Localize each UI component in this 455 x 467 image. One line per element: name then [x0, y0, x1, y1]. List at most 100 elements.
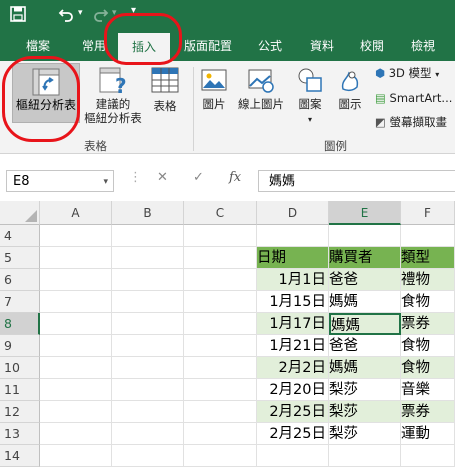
row-header-4[interactable]: 4: [0, 225, 40, 247]
cell-c6[interactable]: [184, 269, 257, 291]
cell-a9[interactable]: [40, 335, 112, 357]
cell-c13[interactable]: [184, 423, 257, 445]
cell-b12[interactable]: [112, 401, 184, 423]
cell-d6[interactable]: 1月1日: [257, 269, 329, 291]
cell-c14[interactable]: [184, 445, 257, 467]
online-picture-button[interactable]: 線上圖片: [232, 65, 290, 123]
cell-d11[interactable]: 2月20日: [257, 379, 329, 401]
cell-b8[interactable]: [112, 313, 184, 335]
name-box[interactable]: E8 ▾: [6, 170, 114, 192]
row-header-6[interactable]: 6: [0, 269, 40, 291]
row-header-7[interactable]: 7: [0, 291, 40, 313]
cell-f10[interactable]: 食物: [401, 357, 455, 379]
cell-b11[interactable]: [112, 379, 184, 401]
tab-page-layout[interactable]: 版面配置: [176, 31, 240, 61]
cell-c8[interactable]: [184, 313, 257, 335]
icons-button[interactable]: 圖示: [332, 65, 368, 123]
cell-d8[interactable]: 1月17日: [257, 313, 329, 335]
cell-f9[interactable]: 食物: [401, 335, 455, 357]
cell-b6[interactable]: [112, 269, 184, 291]
row-header-8[interactable]: 8: [0, 313, 40, 335]
cell-c9[interactable]: [184, 335, 257, 357]
cell-f11[interactable]: 音樂: [401, 379, 455, 401]
cell-e13[interactable]: 梨莎: [329, 423, 401, 445]
cell-f6[interactable]: 禮物: [401, 269, 455, 291]
cell-f5[interactable]: 類型: [401, 247, 455, 269]
name-box-dropdown-icon[interactable]: ▾: [103, 171, 108, 193]
cell-c10[interactable]: [184, 357, 257, 379]
cell-a11[interactable]: [40, 379, 112, 401]
cell-a14[interactable]: [40, 445, 112, 467]
column-header-b[interactable]: B: [112, 201, 184, 225]
cell-e8[interactable]: 媽媽: [329, 313, 401, 335]
cell-b4[interactable]: [112, 225, 184, 247]
cell-e14[interactable]: [329, 445, 401, 467]
formula-input[interactable]: 媽媽: [258, 170, 455, 192]
cell-d9[interactable]: 1月21日: [257, 335, 329, 357]
cell-d10[interactable]: 2月2日: [257, 357, 329, 379]
shapes-button[interactable]: 圖案 ▾: [292, 65, 328, 135]
undo-dropdown-icon[interactable]: ▾: [78, 8, 83, 18]
cell-b10[interactable]: [112, 357, 184, 379]
column-header-f[interactable]: F: [401, 201, 455, 225]
cell-f7[interactable]: 食物: [401, 291, 455, 313]
tab-formulas[interactable]: 公式: [248, 31, 292, 61]
tab-data[interactable]: 資料: [300, 31, 344, 61]
cell-d14[interactable]: [257, 445, 329, 467]
cell-a7[interactable]: [40, 291, 112, 313]
cell-a6[interactable]: [40, 269, 112, 291]
3d-models-button[interactable]: ⬢ 3D 模型 ▾: [375, 66, 455, 84]
cell-c12[interactable]: [184, 401, 257, 423]
cell-a13[interactable]: [40, 423, 112, 445]
save-icon[interactable]: [10, 6, 26, 26]
smartart-button[interactable]: ▤ SmartArt...: [375, 91, 455, 109]
insert-function-icon[interactable]: fx: [229, 170, 241, 185]
row-header-11[interactable]: 11: [0, 379, 40, 401]
cell-d5[interactable]: 日期: [257, 247, 329, 269]
column-header-e[interactable]: E: [329, 201, 401, 225]
cell-d13[interactable]: 2月25日: [257, 423, 329, 445]
cell-a8[interactable]: [40, 313, 112, 335]
cancel-entry-icon[interactable]: ✕: [157, 170, 168, 185]
cell-a5[interactable]: [40, 247, 112, 269]
cell-e4[interactable]: [329, 225, 401, 247]
row-header-12[interactable]: 12: [0, 401, 40, 423]
cell-c5[interactable]: [184, 247, 257, 269]
cell-f4[interactable]: [401, 225, 455, 247]
cell-b7[interactable]: [112, 291, 184, 313]
row-header-14[interactable]: 14: [0, 445, 40, 467]
select-all-corner[interactable]: [0, 201, 40, 225]
column-header-a[interactable]: A: [40, 201, 112, 225]
tab-view[interactable]: 檢視: [400, 31, 446, 61]
picture-button[interactable]: 圖片: [197, 65, 231, 123]
cell-e7[interactable]: 媽媽: [329, 291, 401, 313]
cell-d4[interactable]: [257, 225, 329, 247]
cell-e11[interactable]: 梨莎: [329, 379, 401, 401]
cell-f8[interactable]: 票券: [401, 313, 455, 335]
cell-b9[interactable]: [112, 335, 184, 357]
cell-a10[interactable]: [40, 357, 112, 379]
column-header-c[interactable]: C: [184, 201, 257, 225]
cell-b5[interactable]: [112, 247, 184, 269]
cell-e5[interactable]: 購買者: [329, 247, 401, 269]
enter-entry-icon[interactable]: ✓: [193, 170, 204, 185]
table-button[interactable]: 表格: [144, 65, 186, 123]
cell-f12[interactable]: 票券: [401, 401, 455, 423]
cell-a4[interactable]: [40, 225, 112, 247]
cell-d7[interactable]: 1月15日: [257, 291, 329, 313]
cell-c7[interactable]: [184, 291, 257, 313]
cell-a12[interactable]: [40, 401, 112, 423]
row-header-5[interactable]: 5: [0, 247, 40, 269]
column-header-d[interactable]: D: [257, 201, 329, 225]
row-header-9[interactable]: 9: [0, 335, 40, 357]
screenshot-button[interactable]: ◩ 螢幕擷取畫: [375, 115, 455, 133]
cell-c4[interactable]: [184, 225, 257, 247]
row-header-10[interactable]: 10: [0, 357, 40, 379]
row-header-13[interactable]: 13: [0, 423, 40, 445]
recommended-pivot-table-button[interactable]: ? 建議的 樞紐分析表: [82, 65, 144, 135]
cell-b13[interactable]: [112, 423, 184, 445]
undo-icon[interactable]: [58, 6, 74, 26]
tab-review[interactable]: 校閱: [350, 31, 394, 61]
cell-b14[interactable]: [112, 445, 184, 467]
cell-d12[interactable]: 2月25日: [257, 401, 329, 423]
